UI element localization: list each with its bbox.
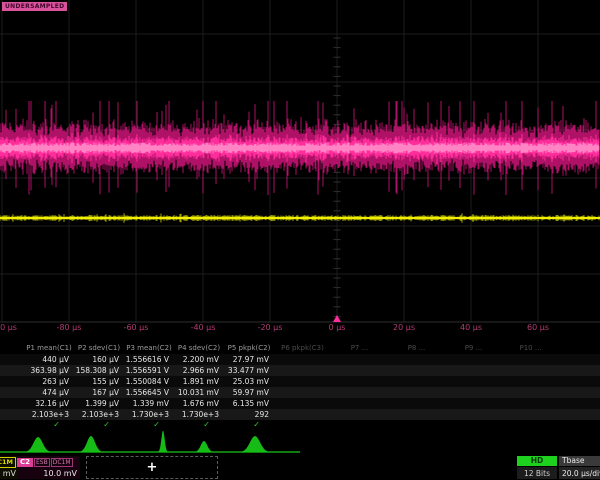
status-check-icon: ✓ — [124, 420, 160, 430]
measurement-header[interactable]: P5 pkpk(C2) — [224, 342, 274, 354]
c1-vdiv-label: 10.0 mV — [0, 468, 18, 479]
measurement-header[interactable]: P10 ... — [502, 342, 559, 354]
hd-mode-badge[interactable]: HD — [517, 456, 557, 466]
measurement-header[interactable]: P7 ... — [331, 342, 388, 354]
add-trace-slot[interactable]: + — [86, 456, 218, 479]
measurement-cell: 2.103e+3 — [24, 409, 69, 420]
oscilloscope-screen: UNDERSAMPLED -100 µs -80 µs -60 µs -40 µs -2… — [0, 0, 600, 480]
timebase-descriptor[interactable]: Tbase 20.0 µs/div — [559, 456, 600, 479]
measurement-header[interactable]: P8 ... — [388, 342, 445, 354]
c2-channel-tag: C2 — [17, 458, 33, 467]
c1-trace[interactable] — [0, 213, 600, 223]
measurement-cell: 155 µV — [74, 376, 119, 387]
measurement-cell: 6.135 mV — [224, 398, 269, 409]
measurement-cell: 2.966 mV — [174, 365, 219, 376]
measurement-cell: 2.200 mV — [174, 354, 219, 365]
c1-coupling-tag: DC1M — [0, 457, 16, 468]
time-axis-label: 40 µs — [460, 323, 482, 332]
measurement-cell: 59.97 mV — [224, 387, 269, 398]
time-axis-label: -60 µs — [124, 323, 149, 332]
measurement-header[interactable]: P6 pkpk(C3) — [274, 342, 331, 354]
measurement-cell: 32.16 µV — [24, 398, 69, 409]
measurement-cell: 160 µV — [74, 354, 119, 365]
measurement-cell: 158.308 µV — [74, 365, 119, 376]
measurement-cell: 1.550084 V — [124, 376, 169, 387]
measurement-header[interactable]: P1 mean(C1) — [24, 342, 74, 354]
status-check-icon: ✓ — [174, 420, 210, 430]
measurement-cell: 1.730e+3 — [174, 409, 219, 420]
measurement-cell: 1.891 mV — [174, 376, 219, 387]
measurement-cell: 1.399 µV — [74, 398, 119, 409]
c2-esb-tag: ESB — [34, 458, 50, 467]
channel-c2-descriptor[interactable]: C2 ESB DC1M 10.0 mV — [17, 456, 80, 479]
hd-bits-label: 12 Bits — [517, 467, 557, 479]
measurement-cell: 2.103e+3 — [74, 409, 119, 420]
time-axis-label: 60 µs — [527, 323, 549, 332]
status-check-icon: ✓ — [24, 420, 60, 430]
timebase-value: 20.0 µs/div — [559, 467, 600, 479]
measurement-cell: 1.556645 V — [124, 387, 169, 398]
status-check-icon: ✓ — [74, 420, 110, 430]
measurement-header[interactable]: P9 ... — [445, 342, 502, 354]
time-axis-label: -100 µs — [0, 323, 17, 332]
measurement-header[interactable]: P2 sdev(C1) — [74, 342, 124, 354]
measurement-cell: 167 µV — [74, 387, 119, 398]
measurement-cell: 363.98 µV — [24, 365, 69, 376]
undersampled-badge: UNDERSAMPLED — [2, 2, 67, 11]
channel-c1-descriptor[interactable]: DC1M 10.0 mV — [0, 456, 18, 479]
measurement-cell: 1.339 mV — [124, 398, 169, 409]
measurement-cell: 474 µV — [24, 387, 69, 398]
measurement-cell: 1.556591 V — [124, 365, 169, 376]
measurement-cell: 1.730e+3 — [124, 409, 169, 420]
time-axis-label: 20 µs — [393, 323, 415, 332]
measurement-cell: 10.031 mV — [174, 387, 219, 398]
measurement-cell: 263 µV — [24, 376, 69, 387]
timebase-title: Tbase — [559, 456, 600, 466]
measurement-cell: 33.477 mV — [224, 365, 269, 376]
status-check-icon: ✓ — [224, 420, 260, 430]
measurement-header[interactable]: P3 mean(C2) — [124, 342, 174, 354]
trigger-time-marker[interactable] — [333, 315, 341, 322]
measurement-cell: 1.676 mV — [174, 398, 219, 409]
measurement-cell: 440 µV — [24, 354, 69, 365]
measurement-cell: 27.97 mV — [224, 354, 269, 365]
histicon-strip — [0, 430, 600, 456]
measurement-header[interactable]: P4 sdev(C2) — [174, 342, 224, 354]
descriptor-row: DC1M 10.0 mV C2 ESB DC1M 10.0 mV + HD 12… — [0, 455, 600, 480]
time-axis-label: -40 µs — [191, 323, 216, 332]
time-axis-label: -20 µs — [258, 323, 283, 332]
measurement-cell: 1.556616 V — [124, 354, 169, 365]
measurement-histicons — [0, 431, 300, 452]
c2-coupling-tag: DC1M — [51, 458, 73, 467]
time-axis-label: -80 µs — [57, 323, 82, 332]
measurement-cell: 25.03 mV — [224, 376, 269, 387]
time-axis-label: 0 µs — [329, 323, 346, 332]
c2-trace[interactable] — [0, 101, 599, 195]
measurement-cell: 292 — [224, 409, 269, 420]
c2-vdiv-label: 10.0 mV — [17, 468, 80, 479]
plus-icon: + — [147, 461, 158, 474]
